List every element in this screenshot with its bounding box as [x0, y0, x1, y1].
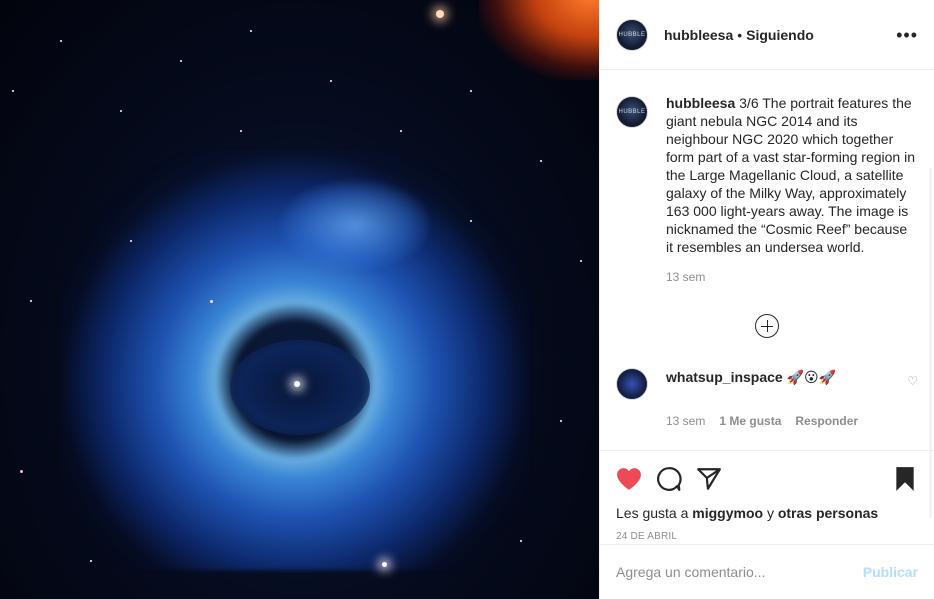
bright-star — [436, 10, 444, 18]
caption-author[interactable]: hubbleesa — [666, 95, 735, 111]
star — [400, 130, 402, 132]
star — [470, 220, 472, 222]
star — [250, 30, 252, 32]
caption-text-block: hubbleesa 3/6 The portrait features the … — [666, 94, 916, 256]
load-more-comments-icon[interactable] — [755, 314, 779, 338]
likes-connector: y — [766, 505, 774, 521]
add-comment-bar: Publicar — [600, 544, 934, 599]
star — [330, 80, 332, 82]
post-side-panel: HUBBLE hubbleesa • Siguiendo ••• HUBBLE … — [599, 0, 934, 599]
bright-star — [294, 381, 300, 387]
comment-like-icon[interactable]: ♡ — [907, 374, 918, 388]
comment-likes[interactable]: 1 Me gusta — [719, 414, 781, 428]
follow-status-button[interactable]: Siguiendo — [746, 27, 814, 43]
star — [90, 560, 92, 562]
comment-time[interactable]: 13 sem — [666, 414, 705, 428]
star — [130, 240, 132, 242]
star — [560, 420, 562, 422]
reply-button[interactable]: Responder — [795, 414, 858, 428]
author-avatar[interactable]: HUBBLE — [616, 18, 648, 51]
comment-icon[interactable] — [656, 466, 682, 492]
comment-text: 🚀😮🚀 — [786, 369, 837, 385]
post-actions: Les gusta a miggymoo y otras personas 24… — [600, 450, 934, 544]
post-window: HUBBLE hubbleesa • Siguiendo ••• HUBBLE … — [0, 0, 934, 599]
star — [180, 60, 182, 62]
star — [60, 40, 62, 42]
caption-time[interactable]: 13 sem — [666, 270, 705, 284]
comment-meta: 13 sem 1 Me gusta Responder — [666, 414, 918, 428]
star — [240, 130, 242, 132]
likes-summary: Les gusta a miggymoo y otras personas — [616, 505, 918, 521]
author-username[interactable]: hubbleesa — [664, 27, 733, 43]
post-header: HUBBLE hubbleesa • Siguiendo ••• — [600, 0, 934, 70]
star — [540, 160, 542, 162]
orange-nebula-edge — [479, 0, 599, 80]
comments-section: HUBBLE hubbleesa 3/6 The portrait featur… — [600, 70, 934, 518]
heart-filled-icon[interactable] — [616, 466, 642, 492]
paper-plane-icon[interactable] — [696, 466, 722, 492]
likes-others[interactable]: otras personas — [778, 505, 878, 521]
nebula-bubble-center — [230, 340, 370, 435]
caption-meta: 13 sem — [666, 270, 918, 284]
star — [210, 300, 213, 303]
caption: HUBBLE hubbleesa 3/6 The portrait featur… — [616, 94, 918, 256]
commenter-avatar[interactable] — [616, 368, 648, 400]
post-image[interactable] — [0, 0, 599, 599]
upper-nebula-cloud — [280, 180, 430, 270]
star — [520, 540, 522, 542]
comment-text-block: whatsup_inspace 🚀😮🚀 — [666, 368, 886, 386]
action-icons — [616, 459, 918, 499]
likes-user[interactable]: miggymoo — [692, 505, 763, 521]
caption-author-avatar[interactable]: HUBBLE — [616, 96, 648, 128]
comment-item: whatsup_inspace 🚀😮🚀 ♡ — [616, 368, 918, 400]
star — [120, 110, 122, 112]
star — [580, 260, 582, 262]
star — [30, 300, 32, 302]
likes-prefix: Les gusta a — [616, 505, 689, 521]
comment-input[interactable] — [616, 564, 863, 580]
more-options-icon[interactable]: ••• — [896, 26, 918, 44]
star — [20, 470, 23, 473]
separator-dot: • — [737, 26, 743, 43]
star — [12, 90, 14, 92]
comment-author[interactable]: whatsup_inspace — [666, 369, 783, 385]
post-date[interactable]: 24 DE ABRIL — [616, 531, 918, 542]
bright-star — [382, 562, 387, 567]
star — [470, 90, 472, 92]
caption-text: 3/6 The portrait features the giant nebu… — [666, 95, 915, 255]
publish-button[interactable]: Publicar — [863, 564, 918, 580]
bookmark-filled-icon[interactable] — [892, 466, 918, 492]
